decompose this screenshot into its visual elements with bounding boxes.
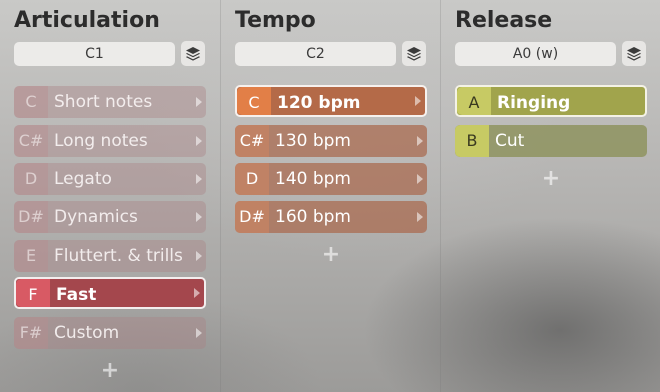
key-note: F <box>16 279 50 307</box>
keyswitch-field[interactable]: C2 <box>235 42 396 66</box>
chevron-right-icon <box>192 163 206 195</box>
key-note: C <box>14 86 48 118</box>
layers-icon <box>627 46 641 61</box>
layers-button[interactable] <box>181 41 205 66</box>
item-label: Cut <box>495 131 525 151</box>
key-note: D# <box>14 201 48 233</box>
item-label: 140 bpm <box>275 169 351 189</box>
chevron-right-icon <box>192 317 206 349</box>
layers-button[interactable] <box>402 41 426 66</box>
chevron-right-icon <box>413 125 427 157</box>
key-note: C <box>237 87 271 115</box>
item-label: 130 bpm <box>275 131 351 151</box>
articulation-item[interactable]: C Short notes <box>14 86 206 118</box>
key-note: A <box>457 87 491 115</box>
item-label: Short notes <box>54 92 153 112</box>
tempo-item[interactable]: D# 160 bpm <box>235 201 427 233</box>
key-note: F# <box>14 317 48 349</box>
key-note: B <box>455 125 489 157</box>
articulation-item[interactable]: D# Dynamics <box>14 201 206 233</box>
plus-icon[interactable]: + <box>14 358 206 383</box>
chevron-right-icon <box>413 201 427 233</box>
key-note: D <box>235 163 269 195</box>
keyswitch-field[interactable]: A0 (w) <box>455 42 616 66</box>
tempo-column: Tempo C2 C 120 bpm C# 130 bpm D 140 bpm … <box>220 0 440 392</box>
item-label: Ringing <box>497 93 571 113</box>
chevron-right-icon <box>190 279 204 307</box>
release-item[interactable]: B Cut <box>455 125 647 157</box>
column-title: Release <box>455 8 553 33</box>
tempo-item-selected[interactable]: C 120 bpm <box>235 85 427 117</box>
layers-icon <box>186 46 200 61</box>
chevron-right-icon <box>192 125 206 157</box>
chevron-right-icon <box>411 87 425 115</box>
plus-icon[interactable]: + <box>235 242 427 267</box>
chevron-right-icon <box>413 163 427 195</box>
chevron-right-icon <box>192 86 206 118</box>
key-note: E <box>14 240 48 272</box>
articulation-item[interactable]: C# Long notes <box>14 125 206 157</box>
layers-button[interactable] <box>622 41 646 66</box>
articulation-item[interactable]: D Legato <box>14 163 206 195</box>
chevron-right-icon <box>192 240 206 272</box>
articulation-item[interactable]: E Fluttert. & trills <box>14 240 206 272</box>
release-item-selected[interactable]: A Ringing <box>455 85 647 117</box>
chevron-right-icon <box>192 201 206 233</box>
tempo-item[interactable]: C# 130 bpm <box>235 125 427 157</box>
articulation-item-selected[interactable]: F Fast repetitions <box>14 277 206 309</box>
item-label: Custom <box>54 323 120 343</box>
item-label: Long notes <box>54 131 148 151</box>
item-label: Dynamics <box>54 207 138 227</box>
articulation-column: Articulation C1 C Short notes C# Long no… <box>0 0 220 392</box>
articulation-item[interactable]: F# Custom <box>14 317 206 349</box>
key-note: D <box>14 163 48 195</box>
key-note: D# <box>235 201 269 233</box>
plus-icon[interactable]: + <box>455 166 647 191</box>
column-title: Articulation <box>14 8 160 33</box>
tempo-item[interactable]: D 140 bpm <box>235 163 427 195</box>
item-label: 160 bpm <box>275 207 351 227</box>
key-note: C# <box>235 125 269 157</box>
keyswitch-field[interactable]: C1 <box>14 42 175 66</box>
release-column: Release A0 (w) A Ringing B Cut + <box>440 0 660 392</box>
item-label: 120 bpm <box>277 93 361 113</box>
item-label: Fast repetitions <box>56 285 97 305</box>
item-label: Legato <box>54 169 112 189</box>
item-label: Fluttert. & trills <box>54 246 183 266</box>
key-note: C# <box>14 125 48 157</box>
layers-icon <box>407 46 421 61</box>
column-title: Tempo <box>235 8 316 33</box>
